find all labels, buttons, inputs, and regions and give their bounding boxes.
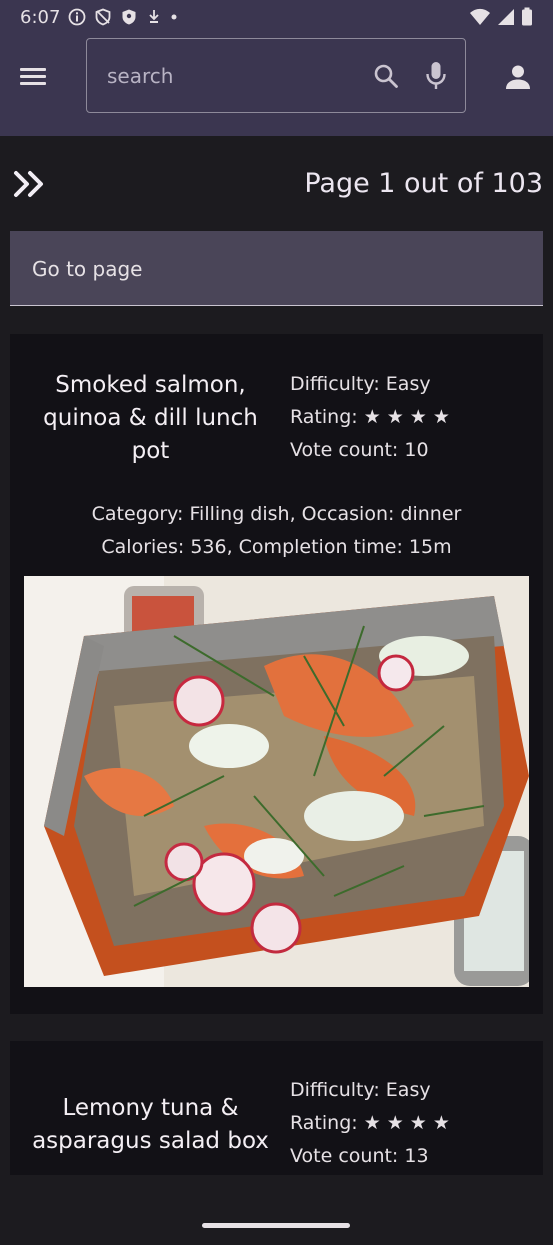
menu-icon[interactable] [20, 64, 52, 92]
recipe-rating: Rating: ★★★★ [290, 401, 456, 434]
rating-stars: ★★★★ [363, 406, 456, 428]
recipe-meta: Difficulty: Easy Rating: ★★★★ Vote count… [290, 368, 456, 467]
goto-page-input[interactable] [32, 253, 512, 285]
status-system-icons [469, 7, 533, 27]
recipe-photo-illustration [24, 576, 529, 987]
page-indicator: Page 1 out of 103 [304, 168, 543, 199]
recipe-vote-count: Vote count: 10 [290, 439, 429, 461]
signal-icon [498, 9, 514, 25]
download-icon [149, 10, 160, 23]
info-icon [69, 8, 86, 26]
shield-off-icon [96, 8, 111, 26]
dot-icon [171, 14, 177, 20]
recipe-difficulty: Difficulty: Easy [290, 373, 431, 395]
recipe-vote-count: Vote count: 13 [290, 1145, 429, 1167]
recipe-category: Category: Filling dish, Occasion: dinner [91, 503, 462, 525]
rating-label: Rating: [290, 406, 358, 428]
home-indicator[interactable] [202, 1223, 350, 1228]
recipe-rating: Rating: ★★★★ [290, 1107, 456, 1140]
search-input[interactable] [107, 61, 347, 91]
rating-stars: ★★★★ [363, 1112, 456, 1134]
recipe-card[interactable]: Lemony tuna & asparagus salad box Diffic… [10, 1041, 543, 1175]
recipe-title: Lemony tuna & asparagus salad box [32, 1095, 269, 1154]
double-chevron-right-icon[interactable] [12, 170, 48, 198]
status-time: 6:07 [20, 6, 61, 28]
account-icon[interactable] [505, 64, 531, 90]
search-box [86, 38, 466, 113]
search-icon[interactable] [373, 63, 399, 89]
rating-label: Rating: [290, 1112, 358, 1134]
status-bar: 6:07 [0, 0, 553, 34]
wifi-icon [470, 8, 490, 25]
recipe-title: Smoked salmon, quinoa & dill lunch pot [43, 372, 258, 464]
recipe-meta: Difficulty: Easy Rating: ★★★★ Vote count… [290, 1074, 456, 1173]
shield-icon [122, 9, 136, 25]
status-notification-icons [68, 8, 178, 26]
goto-page-field [10, 231, 543, 306]
recipe-card[interactable]: Smoked salmon, quinoa & dill lunch pot D… [10, 334, 543, 1014]
battery-icon [522, 7, 532, 26]
mic-icon[interactable] [425, 61, 447, 91]
recipe-image[interactable] [24, 576, 529, 987]
recipe-calories: Calories: 536, Completion time: 15m [101, 536, 452, 558]
recipe-difficulty: Difficulty: Easy [290, 1079, 431, 1101]
pagination-bar: Page 1 out of 103 [0, 136, 553, 231]
app-bar [0, 34, 553, 136]
